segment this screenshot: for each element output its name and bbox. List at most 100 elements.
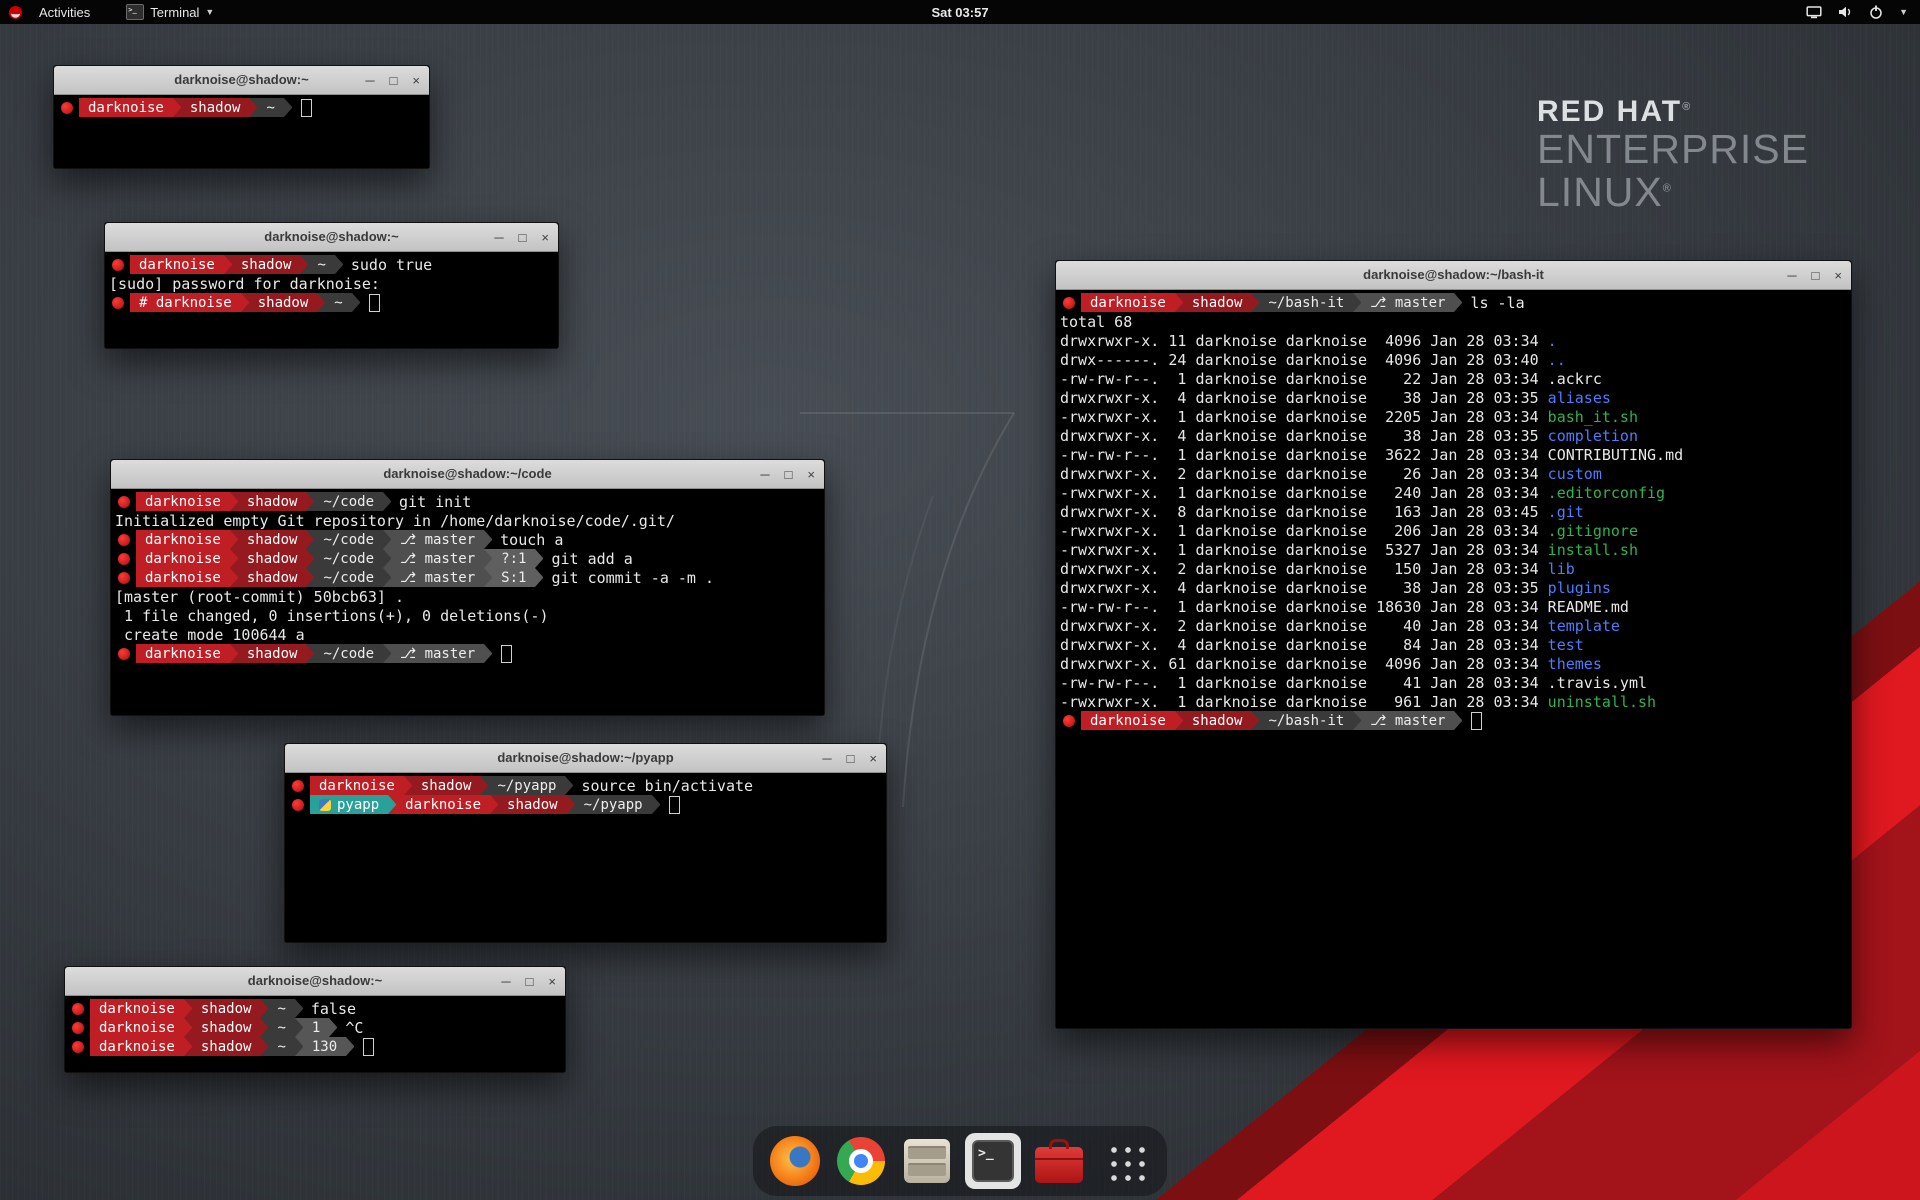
- minimize-button[interactable]: ─: [494, 230, 503, 245]
- terminal-content[interactable]: darknoiseshadow~/codegit initInitialized…: [111, 489, 824, 715]
- minimize-button[interactable]: ─: [822, 751, 831, 766]
- close-button[interactable]: ×: [548, 974, 556, 989]
- ls-line-name: .travis.yml: [1548, 673, 1647, 692]
- close-button[interactable]: ×: [541, 230, 549, 245]
- system-status-area[interactable]: ▼: [1806, 4, 1920, 20]
- prompt-segment-host: shadow: [232, 255, 301, 274]
- terminal-content[interactable]: darknoiseshadow~falsedarknoiseshadow~1^C…: [65, 996, 565, 1072]
- maximize-button[interactable]: □: [1812, 268, 1820, 283]
- prompt-segment-host: shadow: [498, 795, 567, 814]
- window-titlebar[interactable]: darknoise@shadow:~ ─ □ ×: [54, 66, 429, 95]
- firefox-icon[interactable]: [767, 1133, 823, 1189]
- window-titlebar[interactable]: darknoise@shadow:~/pyapp ─ □ ×: [285, 744, 886, 773]
- terminal-cursor: [1471, 712, 1482, 730]
- terminal-content[interactable]: darknoiseshadow~sudo true[sudo] password…: [105, 252, 558, 348]
- files-icon[interactable]: [899, 1133, 955, 1189]
- powerline-separator-icon: [306, 644, 314, 663]
- terminal-line: Initialized empty Git repository in /hom…: [115, 511, 820, 530]
- prompt-segment-path: ~/code: [314, 644, 383, 663]
- prompt-segment-git: ⎇ master: [391, 644, 484, 663]
- prompt-segment-host: shadow: [192, 1037, 261, 1056]
- redhat-prompt-icon: [118, 648, 130, 660]
- terminal-window-home-2: darknoise@shadow:~ ─ □ × darknoiseshadow…: [64, 966, 566, 1073]
- terminal-icon[interactable]: >_: [965, 1133, 1021, 1189]
- redhat-prompt-icon: [72, 1022, 84, 1034]
- terminal-line: darknoiseshadow~sudo true: [109, 255, 554, 274]
- terminal-line: drwxrwxr-x. 2 darknoise darknoise 26 Jan…: [1060, 464, 1847, 483]
- powerline-separator-icon: [300, 255, 308, 274]
- window-titlebar[interactable]: darknoise@shadow:~/code ─ □ ×: [111, 460, 824, 489]
- terminal-line: darknoiseshadow~/codegit init: [115, 492, 820, 511]
- volume-icon: [1837, 4, 1853, 20]
- minimize-button[interactable]: ─: [365, 73, 374, 88]
- powerline-separator-icon: [535, 549, 543, 568]
- chrome-glyph: [837, 1137, 885, 1185]
- terminal-line: darknoiseshadow~/pyappsource bin/activat…: [289, 776, 882, 795]
- ls-line-meta: -rw-rw-r--. 1 darknoise darknoise 3622 J…: [1060, 445, 1548, 464]
- powerline-separator-icon: [230, 492, 238, 511]
- chrome-icon[interactable]: [833, 1133, 889, 1189]
- terminal-content[interactable]: darknoiseshadow~/bash-it⎇ masterls -lato…: [1056, 290, 1851, 1028]
- clock[interactable]: Sat 03:57: [931, 5, 988, 20]
- terminal-line: # darknoiseshadow~: [109, 293, 554, 312]
- command-text: ^C: [337, 1018, 363, 1037]
- terminal-window-bash-it: darknoise@shadow:~/bash-it ─ □ × darknoi…: [1055, 260, 1852, 1029]
- prompt-segment-host: shadow: [1183, 293, 1252, 312]
- window-title: darknoise@shadow:~/bash-it: [1056, 261, 1851, 289]
- redhat-prompt-icon: [1063, 297, 1075, 309]
- maximize-button[interactable]: □: [785, 467, 793, 482]
- terminal-window-home-1: darknoise@shadow:~ ─ □ × darknoiseshadow…: [53, 65, 430, 169]
- top-panel: Activities >_ Terminal ▼ Sat 03:57 ▼: [0, 0, 1920, 24]
- maximize-button[interactable]: □: [847, 751, 855, 766]
- powerline-separator-icon: [1251, 293, 1259, 312]
- terminal-cursor: [301, 99, 312, 117]
- terminal-line: drwxrwxr-x. 2 darknoise darknoise 40 Jan…: [1060, 616, 1847, 635]
- maximize-button[interactable]: □: [526, 974, 534, 989]
- powerline-separator-icon: [383, 549, 391, 568]
- close-button[interactable]: ×: [412, 73, 420, 88]
- powerline-separator-icon: [1175, 711, 1183, 730]
- ls-line-name: aliases: [1548, 388, 1611, 407]
- ls-line-name: install.sh: [1548, 540, 1638, 559]
- powerline-separator-icon: [335, 255, 343, 274]
- prompt-segment-git: ⎇ master: [1361, 293, 1454, 312]
- powerline-separator-icon: [317, 293, 325, 312]
- ls-line-name: bash_it.sh: [1548, 407, 1638, 426]
- powerline-separator-icon: [383, 568, 391, 587]
- minimize-button[interactable]: ─: [501, 974, 510, 989]
- close-button[interactable]: ×: [1834, 268, 1842, 283]
- prompt-segment-user: darknoise: [310, 776, 404, 795]
- ls-line-meta: -rw-rw-r--. 1 darknoise darknoise 18630 …: [1060, 597, 1548, 616]
- close-button[interactable]: ×: [807, 467, 815, 482]
- redhat-prompt-icon: [292, 780, 304, 792]
- prompt-segment-git: ⎇ master: [391, 530, 484, 549]
- maximize-button[interactable]: □: [390, 73, 398, 88]
- minimize-button[interactable]: ─: [760, 467, 769, 482]
- window-titlebar[interactable]: darknoise@shadow:~ ─ □ ×: [65, 967, 565, 996]
- minimize-button[interactable]: ─: [1787, 268, 1796, 283]
- terminal-cursor: [669, 796, 680, 814]
- window-titlebar[interactable]: darknoise@shadow:~/bash-it ─ □ ×: [1056, 261, 1851, 290]
- prompt-segment-path: ~/code: [314, 530, 383, 549]
- close-button[interactable]: ×: [869, 751, 877, 766]
- ls-line-name: template: [1548, 616, 1620, 635]
- redhat-prompt-icon: [118, 572, 130, 584]
- prompt-segment-user: darknoise: [396, 795, 490, 814]
- show-applications-icon[interactable]: [1097, 1133, 1153, 1189]
- powerline-separator-icon: [230, 530, 238, 549]
- ls-line-name: .gitignore: [1548, 521, 1638, 540]
- maximize-button[interactable]: □: [519, 230, 527, 245]
- powerline-separator-icon: [383, 492, 391, 511]
- desktop: RED HAT® ENTERPRISE LINUX® Activities >_…: [0, 0, 1920, 1200]
- app-menu-terminal[interactable]: >_ Terminal ▼: [126, 4, 214, 20]
- terminal-content[interactable]: darknoiseshadow~/pyappsource bin/activat…: [285, 773, 886, 942]
- terminal-line: drwxrwxr-x. 61 darknoise darknoise 4096 …: [1060, 654, 1847, 673]
- activities-button[interactable]: Activities: [31, 5, 98, 20]
- powerline-separator-icon: [230, 644, 238, 663]
- window-controls: ─ □ ×: [365, 66, 420, 94]
- brand-line-redhat: RED HAT®: [1537, 96, 1809, 128]
- window-titlebar[interactable]: darknoise@shadow:~ ─ □ ×: [105, 223, 558, 252]
- toolbox-icon[interactable]: [1031, 1133, 1087, 1189]
- terminal-glyph: >_: [972, 1140, 1014, 1182]
- terminal-content[interactable]: darknoiseshadow~: [54, 95, 429, 168]
